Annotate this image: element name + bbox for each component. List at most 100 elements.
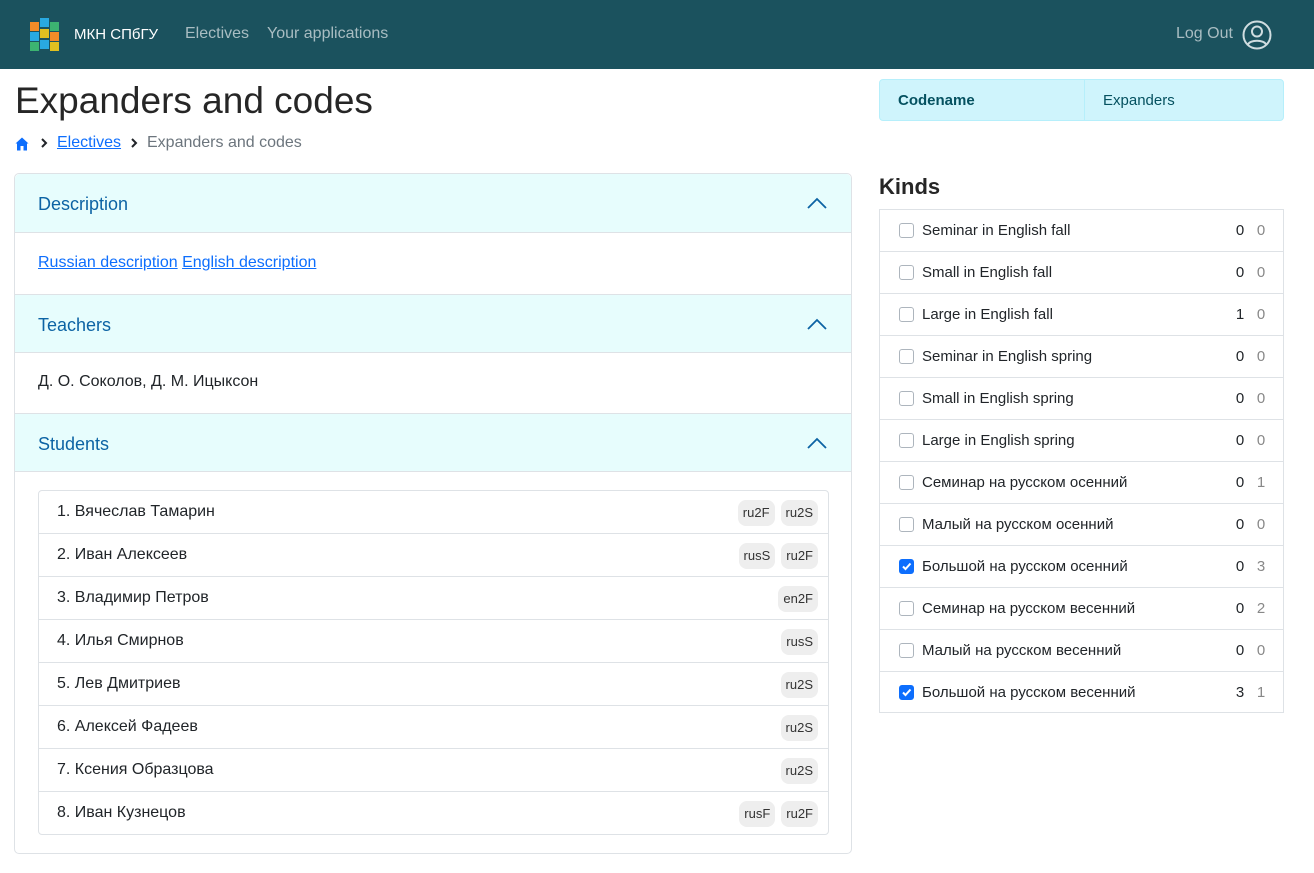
student-badges: en2F — [778, 586, 818, 612]
page-title: Expanders and codes — [15, 80, 373, 121]
kind-count-secondary: 0 — [1256, 306, 1266, 323]
kind-badge: ru2F — [781, 543, 818, 569]
kind-count-primary: 0 — [1235, 600, 1245, 617]
kind-count-secondary: 2 — [1256, 600, 1266, 617]
codename-value: Expanders — [1103, 92, 1175, 109]
kind-count-secondary: 0 — [1256, 432, 1266, 449]
student-row: 3. Владимир Петров en2F — [39, 577, 828, 620]
kind-checkbox[interactable] — [899, 601, 914, 616]
chevron-right-icon — [131, 138, 138, 148]
student-row: 6. Алексей Фадеев ru2S — [39, 706, 828, 749]
student-badges: ru2S — [780, 758, 818, 784]
accordion-students-header[interactable]: Students — [15, 413, 851, 472]
student-row: 8. Иван Кузнецов rusF ru2F — [39, 792, 828, 835]
kinds-list: Seminar in English fall 0 0 Small in Englis… — [879, 209, 1284, 713]
kind-count-secondary: 0 — [1256, 516, 1266, 533]
accordion-title: Teachers — [38, 315, 112, 335]
kind-checkbox[interactable] — [899, 475, 914, 490]
breadcrumb-electives-link[interactable]: Electives — [57, 134, 121, 152]
nav-electives-link[interactable]: Electives — [185, 25, 249, 43]
kind-label[interactable]: Большой на русском осенний — [922, 558, 1128, 575]
kind-count-primary: 0 — [1235, 474, 1245, 491]
kind-row: Small in English spring 0 0 — [880, 378, 1283, 420]
student-name: 4. Илья Смирнов — [57, 632, 184, 649]
kind-label[interactable]: Seminar in English spring — [922, 348, 1092, 365]
kind-checkbox[interactable] — [899, 307, 914, 322]
kind-count-primary: 3 — [1235, 684, 1245, 701]
student-badges: ru2F ru2S — [737, 500, 818, 526]
kind-count-primary: 1 — [1235, 306, 1245, 323]
student-row: 1. Вячеслав Тамарин ru2F ru2S — [39, 491, 828, 534]
kind-checkbox[interactable] — [899, 391, 914, 406]
kind-row: Small in English fall 0 0 — [880, 252, 1283, 294]
kind-count-secondary: 0 — [1256, 348, 1266, 365]
kind-count-primary: 0 — [1235, 558, 1245, 575]
student-row: 4. Илья Смирнов rusS — [39, 620, 828, 663]
kind-label[interactable]: Большой на русском весенний — [922, 684, 1136, 701]
home-icon[interactable] — [15, 137, 29, 151]
kind-label[interactable]: Малый на русском весенний — [922, 642, 1121, 659]
kind-checkbox[interactable] — [899, 265, 914, 280]
user-circle-icon[interactable] — [1242, 20, 1272, 50]
kind-count-secondary: 0 — [1256, 390, 1266, 407]
student-name: 6. Алексей Фадеев — [57, 718, 198, 735]
kind-badge: rusS — [738, 543, 776, 569]
divider — [1084, 80, 1085, 120]
kind-checkbox[interactable] — [899, 643, 914, 658]
kind-label[interactable]: Семинар на русском весенний — [922, 600, 1135, 617]
kind-label[interactable]: Малый на русском осенний — [922, 516, 1113, 533]
kind-badge: ru2F — [737, 500, 775, 526]
student-name: 5. Лев Дмитриев — [57, 675, 181, 692]
kind-row: Малый на русском весенний 0 0 — [880, 630, 1283, 672]
kind-label[interactable]: Small in English spring — [922, 390, 1074, 407]
chevron-up-icon[interactable] — [806, 317, 828, 331]
nav-applications-link[interactable]: Your applications — [267, 25, 388, 43]
kind-count-secondary: 0 — [1256, 264, 1266, 281]
student-badges: rusS ru2F — [738, 543, 818, 569]
russian-description-link[interactable]: Russian description — [38, 254, 178, 271]
kind-label[interactable]: Large in English fall — [922, 306, 1053, 323]
top-navbar: МКН СПбГУ Electives Your applications Lo… — [0, 0, 1314, 69]
kind-badge: rusS — [781, 629, 818, 655]
kind-count-secondary: 1 — [1256, 684, 1266, 701]
kind-checkbox[interactable] — [899, 559, 914, 574]
kind-label[interactable]: Large in English spring — [922, 432, 1075, 449]
kind-checkbox[interactable] — [899, 349, 914, 364]
kind-label[interactable]: Семинар на русском осенний — [922, 474, 1127, 491]
kind-row: Малый на русском осенний 0 0 — [880, 504, 1283, 546]
kind-badge: ru2S — [780, 672, 818, 698]
cube-logo-icon[interactable] — [28, 16, 64, 54]
logout-link[interactable]: Log Out — [1176, 25, 1233, 43]
accordion-title: Students — [38, 434, 110, 454]
student-name: 8. Иван Кузнецов — [57, 804, 186, 821]
kind-checkbox[interactable] — [899, 223, 914, 238]
brand-title[interactable]: МКН СПбГУ — [74, 26, 158, 43]
kind-checkbox[interactable] — [899, 685, 914, 700]
kind-count-primary: 0 — [1235, 516, 1245, 533]
student-name: 7. Ксения Образцова — [57, 761, 214, 778]
kind-row: Семинар на русском весенний 0 2 — [880, 588, 1283, 630]
kind-label[interactable]: Small in English fall — [922, 264, 1052, 281]
accordion-teachers-header[interactable]: Teachers — [15, 294, 851, 353]
kind-row: Large in English fall 1 0 — [880, 294, 1283, 336]
kind-checkbox[interactable] — [899, 517, 914, 532]
student-row: 2. Иван Алексеев rusS ru2F — [39, 534, 828, 577]
student-row: 7. Ксения Образцова ru2S — [39, 749, 828, 792]
accordion-description-header[interactable]: Description — [15, 174, 851, 233]
kind-checkbox[interactable] — [899, 433, 914, 448]
kind-row: Большой на русском весенний 3 1 — [880, 672, 1283, 714]
kinds-title: Kinds — [879, 174, 941, 199]
english-description-link[interactable]: English description — [182, 254, 316, 271]
checkmark-icon — [902, 688, 912, 697]
kind-badge: rusF — [739, 801, 776, 827]
student-name: 3. Владимир Петров — [57, 589, 209, 606]
student-badges: ru2S — [780, 672, 818, 698]
kind-row: Семинар на русском осенний 0 1 — [880, 462, 1283, 504]
kind-label[interactable]: Seminar in English fall — [922, 222, 1070, 239]
chevron-up-icon[interactable] — [806, 196, 828, 210]
chevron-up-icon[interactable] — [806, 436, 828, 450]
kind-badge: en2F — [778, 586, 818, 612]
student-badges: rusS — [781, 629, 818, 655]
chevron-right-icon — [41, 138, 48, 148]
kind-count-primary: 0 — [1235, 222, 1245, 239]
